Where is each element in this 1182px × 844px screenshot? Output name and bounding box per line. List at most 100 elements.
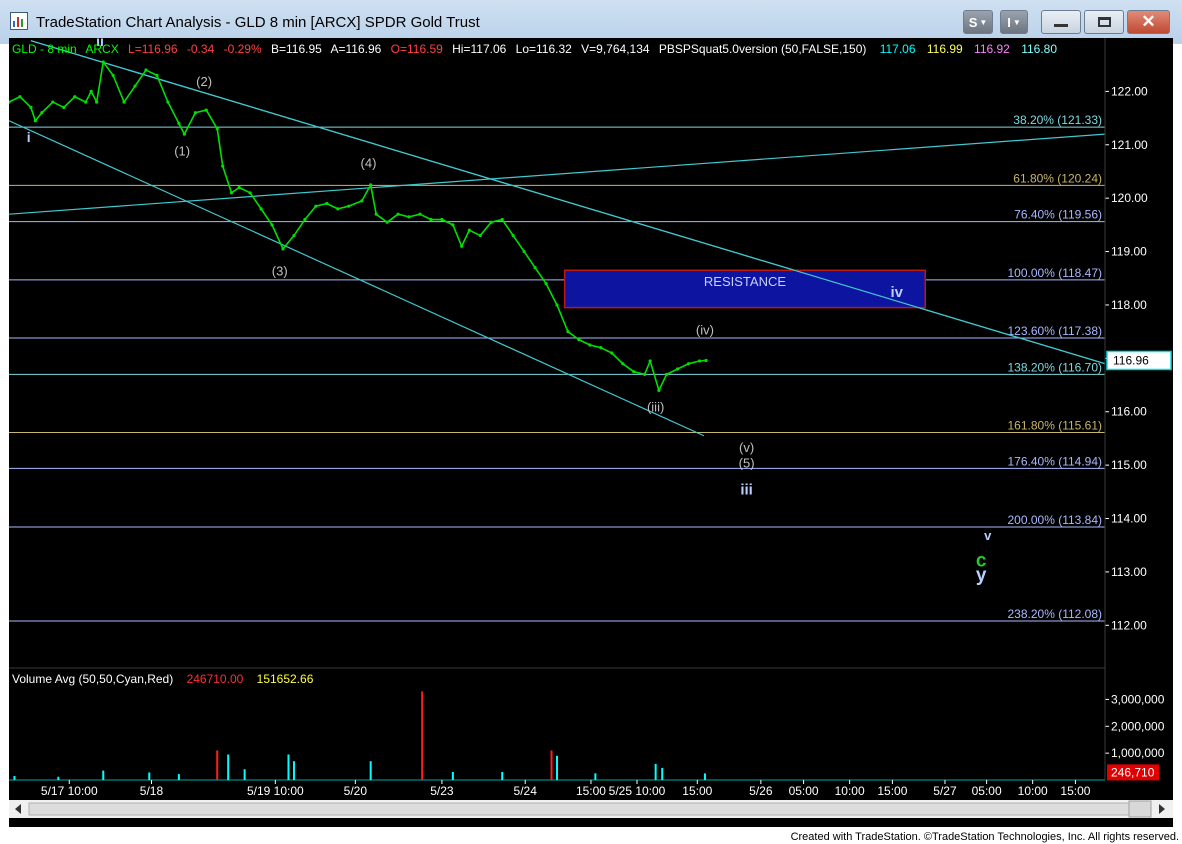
header-ind-v3: 116.92	[974, 42, 1010, 56]
header-ask: A=116.96	[330, 42, 381, 56]
s-menu-button[interactable]: S ▼	[963, 10, 993, 34]
horizontal-scrollbar[interactable]	[9, 800, 1173, 818]
price-tick-label: 116.00	[1111, 405, 1147, 419]
price-point	[522, 249, 526, 254]
volume-bar	[227, 754, 230, 780]
price-point	[29, 105, 33, 110]
chart-frame: 38.20% (121.33) 61.80% (120.24) 76.40% (11…	[9, 38, 1173, 827]
price-point	[84, 100, 88, 104]
header-low: Lo=116.32	[516, 42, 572, 56]
volume-bar	[556, 755, 558, 780]
fib-label: 100.00% (118.47)	[1007, 266, 1102, 280]
price-point	[314, 204, 318, 208]
volume-tick-label: 3,000,000	[1111, 692, 1165, 706]
price-point	[95, 100, 99, 104]
scrollbar-thumb[interactable]	[28, 802, 1130, 816]
price-tick-label: 120.00	[1111, 191, 1148, 205]
maximize-icon	[1097, 17, 1111, 27]
price-point	[657, 388, 661, 392]
price-point	[133, 84, 137, 88]
price-tick-label: 118.00	[1111, 298, 1147, 312]
scrollbar-thumb-end[interactable]	[1128, 800, 1152, 818]
price-point	[204, 108, 208, 112]
volume-bar	[654, 763, 657, 780]
volume-bar	[661, 767, 664, 780]
time-tick-label: 5/27	[933, 784, 957, 798]
time-tick-label: 15:00	[576, 784, 606, 798]
price-point	[40, 111, 44, 115]
header-change: -0.34	[187, 42, 215, 56]
volume-bar	[703, 773, 706, 780]
time-tick-label: 5/25 10:00	[609, 784, 666, 798]
header-change-pct: -0.29%	[224, 42, 262, 56]
volume-tick-label: 1,000,000	[1111, 746, 1165, 760]
price-point	[221, 164, 225, 168]
price-point	[177, 121, 181, 126]
price-point	[643, 372, 647, 376]
time-tick-label: 05:00	[972, 784, 1002, 798]
price-tick-label: 113.00	[1111, 565, 1147, 579]
wave-label: (v)	[739, 440, 754, 455]
price-point	[544, 281, 548, 286]
resistance-label: RESISTANCE	[704, 274, 786, 289]
last-volume-label: 246,710	[1111, 765, 1155, 779]
volume-bar	[13, 775, 16, 780]
header-last: L=116.96	[128, 42, 178, 56]
wave-label: (4)	[361, 156, 377, 171]
time-tick-label: 5/23	[430, 784, 454, 798]
price-chart[interactable]: 38.20% (121.33) 61.80% (120.24) 76.40% (11…	[9, 38, 1173, 827]
price-point	[665, 372, 669, 376]
price-point	[489, 220, 493, 224]
price-tick-label: 114.00	[1111, 512, 1147, 526]
header-ind-v2: 116.99	[927, 42, 963, 56]
price-point	[621, 362, 625, 366]
price-point	[418, 212, 422, 216]
volume-bar	[292, 761, 295, 780]
fib-label: 61.80% (120.24)	[1013, 171, 1102, 185]
wave-label: (iv)	[696, 322, 714, 337]
volume-bar	[421, 691, 424, 780]
price-point	[704, 358, 708, 363]
close-button[interactable]: ✕	[1127, 10, 1170, 34]
price-point	[675, 367, 680, 371]
fib-label: 138.20% (116.70)	[1007, 360, 1102, 374]
volume-header: Volume Avg (50,50,Cyan,Red) 246710.00 15…	[12, 672, 314, 686]
volume-bar	[369, 761, 372, 780]
price-point	[33, 119, 37, 123]
price-point	[62, 105, 66, 110]
price-point	[686, 362, 691, 366]
wave-label: (1)	[174, 143, 190, 158]
price-point	[374, 212, 378, 216]
time-tick-label: 15:00	[682, 784, 712, 798]
maximize-button[interactable]	[1084, 10, 1124, 34]
volume-bar	[57, 776, 60, 780]
minimize-button[interactable]	[1041, 10, 1081, 34]
volume-bar	[287, 754, 290, 780]
price-point	[303, 217, 307, 222]
price-point	[632, 370, 636, 374]
price-point	[229, 191, 234, 195]
price-point	[18, 95, 22, 99]
volume-header-label: Volume Avg (50,50,Cyan,Red)	[12, 672, 173, 686]
price-point	[511, 233, 515, 238]
wave-label: i	[27, 129, 31, 145]
i-menu-button[interactable]: I ▼	[1000, 10, 1028, 34]
price-point	[440, 217, 444, 222]
price-point	[588, 343, 592, 347]
price-point	[336, 207, 340, 211]
fib-label: 76.40% (119.56)	[1014, 208, 1102, 222]
price-point	[467, 228, 471, 232]
price-point	[610, 351, 614, 355]
price-point	[533, 265, 537, 270]
price-tick-label: 122.00	[1111, 84, 1148, 98]
price-point	[500, 217, 504, 222]
price-point	[51, 100, 55, 104]
s-button-label: S	[968, 14, 978, 30]
fib-label: 161.80% (115.61)	[1007, 419, 1102, 433]
fib-label: 200.00% (113.84)	[1007, 513, 1102, 527]
price-point	[122, 100, 126, 104]
header-ind-v4: 116.80	[1021, 42, 1057, 56]
price-point	[360, 199, 364, 203]
price-point	[325, 201, 329, 206]
volume-bar	[550, 750, 553, 780]
